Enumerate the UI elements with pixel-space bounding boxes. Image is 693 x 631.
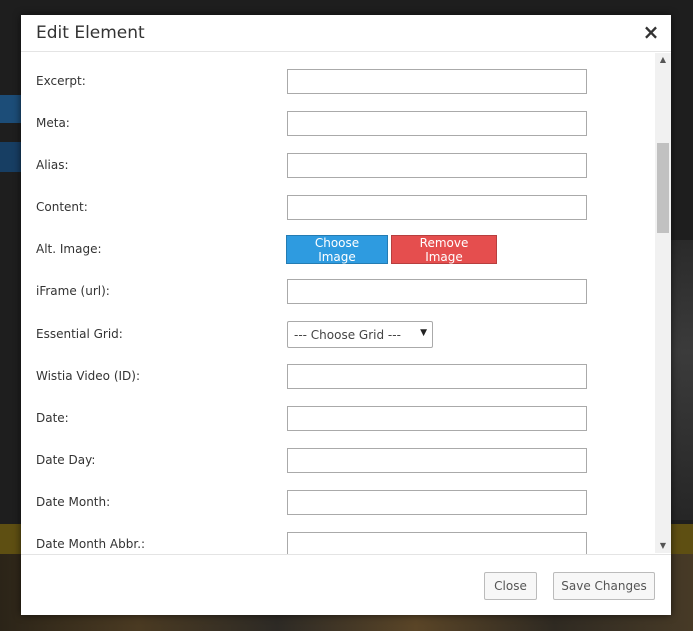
field-label: Date Month Abbr.: — [36, 537, 146, 551]
form-row-date: Date: — [21, 406, 655, 432]
field-label: Wistia Video (ID): — [36, 369, 141, 383]
form-row-wistia-video: Wistia Video (ID): — [21, 364, 655, 390]
field-label: Content: — [36, 200, 88, 214]
field-label: iFrame (url): — [36, 284, 110, 298]
dialog-body: Excerpt: Meta: Alias: Content: Alt. Imag… — [21, 61, 655, 554]
dialog-header: Edit Element × — [21, 15, 671, 52]
form-row-meta: Meta: — [21, 111, 655, 137]
close-button[interactable]: Close — [484, 572, 537, 600]
field-label: Meta: — [36, 116, 70, 130]
essential-grid-select[interactable]: --- Choose Grid --- ▼ — [287, 321, 433, 348]
scrollbar-thumb[interactable] — [657, 143, 669, 233]
iframe-url-input[interactable] — [287, 279, 587, 304]
field-label: Alias: — [36, 158, 69, 172]
field-label: Date Day: — [36, 453, 96, 467]
background-panel — [671, 240, 693, 520]
field-label: Excerpt: — [36, 74, 86, 88]
select-value: --- Choose Grid --- — [294, 328, 401, 342]
date-input[interactable] — [287, 406, 587, 431]
body-scrollbar[interactable]: ▲ ▼ — [655, 53, 671, 553]
edit-element-dialog: Edit Element × Excerpt: Meta: Alias: Con… — [21, 15, 671, 615]
close-icon[interactable]: × — [641, 21, 661, 43]
field-label: Date Month: — [36, 495, 111, 509]
form-row-date-day: Date Day: — [21, 448, 655, 474]
background-bar — [0, 95, 22, 123]
form-row-excerpt: Excerpt: — [21, 69, 655, 95]
date-day-input[interactable] — [287, 448, 587, 473]
form-row-content: Content: — [21, 195, 655, 221]
meta-input[interactable] — [287, 111, 587, 136]
dialog-footer: Close Save Changes — [21, 554, 671, 615]
field-label: Essential Grid: — [36, 327, 123, 341]
date-month-abbr-input[interactable] — [287, 532, 587, 554]
field-label: Date: — [36, 411, 69, 425]
form-row-essential-grid: Essential Grid: --- Choose Grid --- ▼ — [21, 321, 655, 348]
field-label: Alt. Image: — [36, 242, 102, 256]
form-row-date-month-abbr: Date Month Abbr.: — [21, 532, 655, 554]
remove-image-button[interactable]: Remove Image — [391, 235, 497, 264]
excerpt-input[interactable] — [287, 69, 587, 94]
scroll-down-arrow-icon[interactable]: ▼ — [655, 539, 671, 553]
form-row-iframe: iFrame (url): — [21, 279, 655, 305]
save-changes-button[interactable]: Save Changes — [553, 572, 655, 600]
caret-down-icon: ▼ — [420, 328, 427, 338]
dialog-title: Edit Element — [36, 23, 145, 43]
scroll-up-arrow-icon[interactable]: ▲ — [655, 53, 671, 67]
wistia-video-id-input[interactable] — [287, 364, 587, 389]
content-input[interactable] — [287, 195, 587, 220]
choose-image-button[interactable]: Choose Image — [286, 235, 388, 264]
form-row-date-month: Date Month: — [21, 490, 655, 516]
form-row-alias: Alias: — [21, 153, 655, 179]
background-bar — [0, 142, 22, 172]
date-month-input[interactable] — [287, 490, 587, 515]
form-row-alt-image: Alt. Image: Choose Image Remove Image — [21, 235, 655, 264]
alias-input[interactable] — [287, 153, 587, 178]
